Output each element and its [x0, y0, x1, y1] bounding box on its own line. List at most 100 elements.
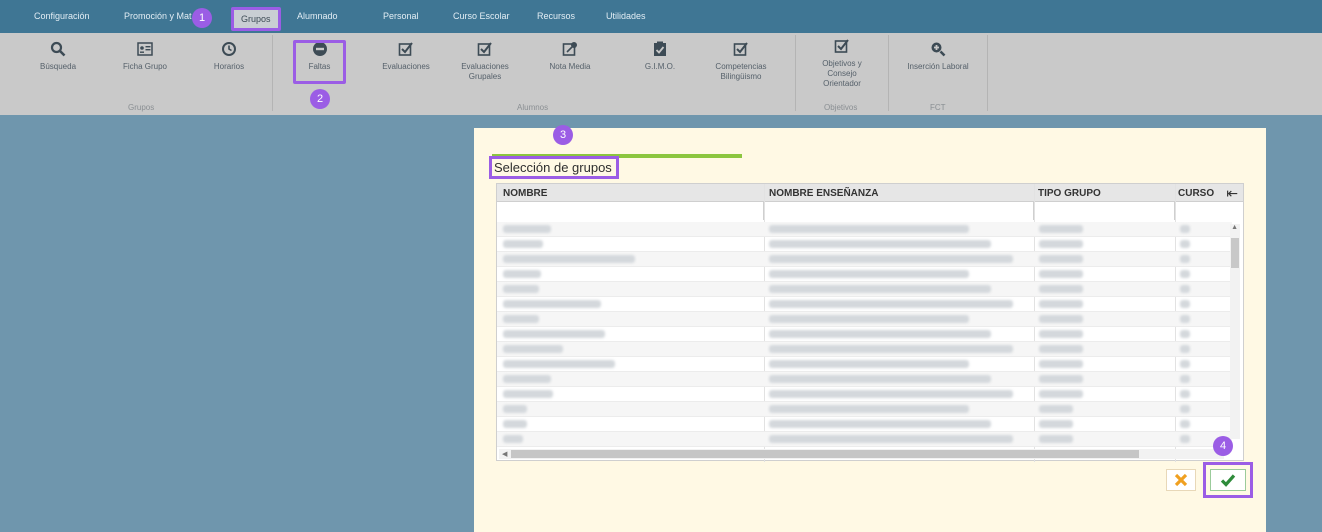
redacted-cell [1039, 345, 1083, 353]
filter-nombre-input[interactable] [497, 202, 764, 220]
horizontal-scroll-thumb[interactable] [511, 450, 1139, 458]
redacted-cell [1039, 315, 1083, 323]
redacted-cell [1180, 300, 1190, 308]
column-header-nombre-ensenanza[interactable]: NOMBRE ENSEÑANZA [769, 188, 878, 199]
dialog-title: Selección de grupos [489, 156, 619, 179]
horarios-button[interactable]: Horarios [199, 39, 259, 72]
horarios-label: Horarios [213, 62, 245, 71]
table-row[interactable] [497, 252, 1232, 267]
export-icon[interactable]: ⇤ [1226, 185, 1238, 202]
evaluaciones-grupales-label: Evaluaciones [461, 62, 509, 71]
accept-button[interactable] [1210, 469, 1246, 491]
table-row[interactable] [497, 417, 1232, 432]
evaluaciones-button[interactable]: Evaluaciones [376, 39, 436, 72]
redacted-cell [1180, 270, 1190, 278]
redacted-cell [769, 405, 969, 413]
group-label-objetivos: Objetivos [824, 103, 858, 112]
table-row[interactable] [497, 402, 1232, 417]
evaluaciones-grupales-button[interactable]: Evaluaciones Grupales [455, 39, 515, 82]
redacted-cell [1039, 375, 1083, 383]
objetivos-consejo-button[interactable]: Objetivos y Consejo Orientador [810, 36, 874, 89]
redacted-cell [1039, 240, 1083, 248]
redacted-cell [503, 255, 635, 263]
menu-alumnado[interactable]: Alumnado [297, 11, 338, 21]
redacted-cell [503, 390, 553, 398]
filter-ensenanza-input[interactable] [764, 202, 1034, 220]
nota-media-label: Nota Media [549, 62, 591, 71]
table-row[interactable] [497, 237, 1232, 252]
table-row[interactable] [497, 432, 1232, 447]
clipboard-check-icon [648, 39, 672, 59]
scroll-up-arrow-icon[interactable]: ▲ [1231, 224, 1238, 231]
table-row[interactable] [497, 282, 1232, 297]
evaluaciones-grupales-label-2: Grupales [468, 72, 502, 81]
redacted-cell [769, 255, 1013, 263]
menu-utilidades[interactable]: Utilidades [606, 11, 646, 21]
id-card-icon [133, 39, 157, 59]
ribbon-separator [888, 35, 889, 111]
redacted-cell [503, 300, 601, 308]
busqueda-label: Búsqueda [39, 62, 77, 71]
ribbon-toolbar: Búsqueda Ficha Grupo Horarios Faltas Eva… [0, 33, 1322, 115]
menu-grupos[interactable]: Grupos [231, 7, 281, 31]
redacted-cell [1039, 420, 1073, 428]
filter-tipo-input[interactable] [1034, 202, 1175, 220]
table-row[interactable] [497, 297, 1232, 312]
zoom-icon [926, 39, 950, 59]
groups-table: NOMBRE NOMBRE ENSEÑANZA TIPO GRUPO CURSO… [496, 183, 1244, 462]
ficha-grupo-label: Ficha Grupo [122, 62, 168, 71]
check-icon [1220, 474, 1236, 487]
insercion-laboral-button[interactable]: Inserción Laboral [898, 39, 978, 72]
column-header-nombre[interactable]: NOMBRE [503, 188, 547, 199]
evaluaciones-label: Evaluaciones [382, 62, 430, 71]
competencias-bilinguismo-button[interactable]: Competencias Bilingüismo [709, 39, 773, 82]
menu-personal[interactable]: Personal [383, 11, 419, 21]
table-row[interactable] [497, 267, 1232, 282]
close-icon [1174, 473, 1188, 487]
redacted-cell [1180, 420, 1190, 428]
column-header-tipo-grupo[interactable]: TIPO GRUPO [1038, 188, 1101, 199]
group-selection-dialog: Selección de grupos NOMBRE NOMBRE ENSEÑA… [474, 128, 1266, 532]
vertical-scroll-thumb[interactable] [1231, 238, 1239, 268]
redacted-cell [1180, 435, 1190, 443]
filter-curso-input[interactable] [1175, 202, 1243, 220]
redacted-cell [1180, 225, 1190, 233]
gimo-button[interactable]: G.I.M.O. [630, 39, 690, 72]
checkbox-icon [473, 39, 497, 59]
scroll-left-arrow-icon[interactable]: ◀ [502, 450, 507, 458]
ficha-grupo-button[interactable]: Ficha Grupo [115, 39, 175, 72]
ribbon-separator [987, 35, 988, 111]
table-row[interactable] [497, 357, 1232, 372]
redacted-cell [1039, 330, 1083, 338]
table-body [497, 222, 1232, 447]
redacted-cell [769, 315, 969, 323]
redacted-cell [1180, 390, 1190, 398]
redacted-cell [769, 270, 969, 278]
redacted-cell [1039, 390, 1083, 398]
busqueda-button[interactable]: Búsqueda [28, 39, 88, 72]
menu-recursos[interactable]: Recursos [537, 11, 575, 21]
redacted-cell [1039, 225, 1083, 233]
table-row[interactable] [497, 222, 1232, 237]
redacted-cell [1180, 345, 1190, 353]
redacted-cell [503, 285, 539, 293]
table-row[interactable] [497, 342, 1232, 357]
menu-promocion[interactable]: Promoción y Mat [124, 11, 192, 21]
redacted-cell [769, 360, 969, 368]
cancel-button[interactable] [1166, 469, 1196, 491]
column-header-curso[interactable]: CURSO [1178, 188, 1214, 199]
table-row[interactable] [497, 312, 1232, 327]
redacted-cell [503, 225, 551, 233]
menu-configuracion[interactable]: Configuración [34, 11, 90, 21]
filter-row [497, 202, 1243, 220]
redacted-cell [1039, 435, 1073, 443]
competencias-label-2: Bilingüismo [720, 72, 762, 81]
table-row[interactable] [497, 387, 1232, 402]
table-row[interactable] [497, 372, 1232, 387]
redacted-cell [769, 240, 991, 248]
redacted-cell [1180, 285, 1190, 293]
checkbox-icon [729, 39, 753, 59]
nota-media-button[interactable]: Nota Media [540, 39, 600, 72]
table-row[interactable] [497, 327, 1232, 342]
menu-curso-escolar[interactable]: Curso Escolar [453, 11, 510, 21]
